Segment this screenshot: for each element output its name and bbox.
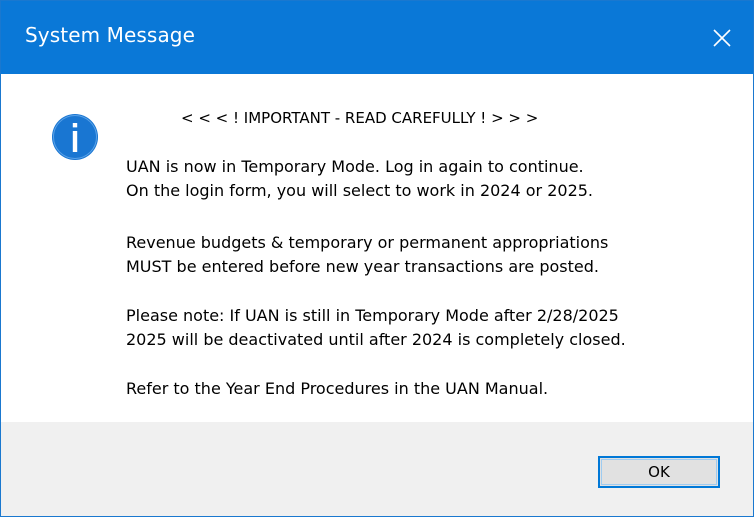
close-icon (713, 28, 731, 47)
message-paragraph-3: Please note: If UAN is still in Temporar… (126, 304, 626, 352)
info-icon (52, 114, 98, 160)
message-paragraph-2: Revenue budgets & temporary or permanent… (126, 231, 608, 279)
message-line: MUST be entered before new year transact… (126, 257, 599, 276)
window-title: System Message (25, 23, 195, 47)
ok-button[interactable]: OK (598, 456, 720, 488)
system-message-dialog: System Message < < < ! IMPORTANT - READ … (0, 0, 754, 517)
message-line: On the login form, you will select to wo… (126, 181, 594, 200)
message-line: UAN is now in Temporary Mode. Log in aga… (126, 157, 584, 176)
title-bar[interactable]: System Message (1, 1, 753, 74)
message-line: Revenue budgets & temporary or permanent… (126, 233, 609, 252)
message-line: Refer to the Year End Procedures in the … (126, 379, 549, 398)
message-paragraph-4: Refer to the Year End Procedures in the … (126, 377, 548, 401)
message-line: 2025 will be deactivated until after 202… (126, 330, 626, 349)
button-bar: OK (1, 422, 753, 516)
close-button[interactable] (691, 1, 753, 74)
message-paragraph-1: UAN is now in Temporary Mode. Log in aga… (126, 155, 593, 203)
message-heading: < < < ! IMPORTANT - READ CAREFULLY ! > >… (181, 109, 539, 127)
message-area: < < < ! IMPORTANT - READ CAREFULLY ! > >… (1, 74, 753, 422)
message-line: Please note: If UAN is still in Temporar… (126, 306, 619, 325)
